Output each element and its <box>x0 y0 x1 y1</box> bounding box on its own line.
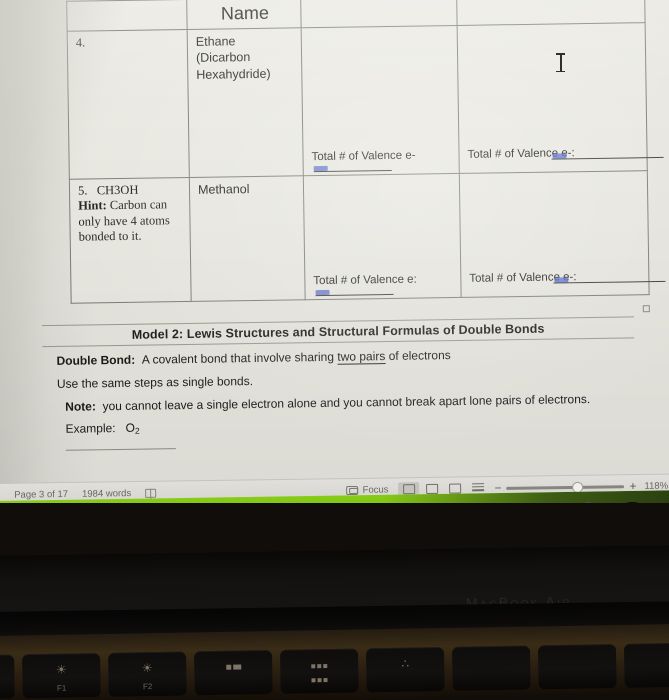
zoom-slider-track[interactable] <box>506 481 625 493</box>
row4-name-line2: (Dicarbon <box>195 50 251 66</box>
podcasts-icon: ◉ <box>568 502 609 503</box>
cell-row4-number[interactable]: 4. <box>67 29 190 180</box>
example-label: Example: <box>65 421 116 437</box>
row5-name: Methanol <box>197 182 250 197</box>
model2-section: Model 2: Lewis Structures and Structural… <box>42 316 636 451</box>
cell-row5-structural[interactable]: Total # of Valence e-: <box>459 170 666 298</box>
key-f2-brightness-up[interactable]: ☀ F2 <box>107 651 187 697</box>
cell-row4-structural[interactable]: Total # of Valence e-: <box>457 22 664 174</box>
cell-row4-name[interactable]: Ethane (Dicarbon Hexahydride) <box>187 27 304 178</box>
cell-row4-lewis[interactable]: Total # of Valence e- <box>301 25 460 176</box>
row4-name-line1: Ethane <box>195 34 236 49</box>
row5-formula-line: 5. CH3OH <box>78 182 183 199</box>
focus-icon <box>345 485 358 495</box>
key-f5-dictation[interactable]: ∴ <box>365 647 445 693</box>
key-f7-rewind[interactable] <box>537 644 617 690</box>
table-row[interactable]: 4. Ethane (Dicarbon Hexahydride) Total #… <box>67 22 664 180</box>
double-bond-text-after: of electrons <box>388 348 451 364</box>
web-layout-icon <box>425 483 439 494</box>
book-mode-icon[interactable] <box>145 488 157 498</box>
double-bond-underlined: two pairs <box>337 349 386 365</box>
key-f6-do-not-disturb[interactable] <box>451 645 531 691</box>
key-f3-mission-control[interactable] <box>193 650 273 696</box>
launchpad-grid-icon <box>280 658 358 687</box>
dictation-icon: ∴ <box>401 656 410 671</box>
key-esc[interactable] <box>0 654 15 700</box>
header-cell-lewis[interactable] <box>300 0 458 28</box>
brightness-up-icon: ☀ <box>141 661 153 676</box>
row4-lewis-blank[interactable] <box>313 169 392 173</box>
double-bond-label: Double Bond: <box>56 352 136 368</box>
laptop-screen-photo: Name 4. Ethane (Dicarbon Hexahydride) To… <box>0 0 669 503</box>
row5-hint: Hint: Carbon can only have 4 atoms bonde… <box>78 197 184 244</box>
double-bond-text-before: A covalent bond that involve sharing <box>141 349 335 367</box>
header-cell-name[interactable]: Name <box>186 0 302 30</box>
dock-item-podcasts[interactable]: ◉ <box>568 502 609 503</box>
key-f8-play[interactable] <box>623 642 669 688</box>
key-f4-launchpad[interactable] <box>279 648 359 694</box>
table-resize-handle[interactable] <box>642 305 650 313</box>
molecule-table[interactable]: Name 4. Ethane (Dicarbon Hexahydride) To… <box>66 0 666 304</box>
print-layout-icon <box>402 484 416 495</box>
row5-valence-label-lewis: Total # of Valence e: <box>313 273 417 288</box>
row4-valence-label-lewis: Total # of Valence e- <box>311 149 416 164</box>
cell-row5-lewis[interactable]: Total # of Valence e: <box>303 173 462 300</box>
brightness-down-icon: ☀ <box>55 662 67 677</box>
header-cell-number[interactable] <box>66 0 188 32</box>
row4-name-line3: Hexahydride) <box>196 66 271 82</box>
row5-lewis-blank[interactable] <box>315 293 394 297</box>
key-f2-label: F2 <box>142 682 153 692</box>
screenshot-root: Name 4. Ethane (Dicarbon Hexahydride) To… <box>0 0 669 700</box>
mission-control-icon <box>194 659 272 674</box>
apple-tv-icon: tv <box>612 502 653 503</box>
status-spacer <box>156 490 345 493</box>
outline-view-icon <box>471 483 485 493</box>
cell-row5-name[interactable]: Methanol <box>189 175 306 302</box>
word-count[interactable]: 1984 words <box>68 488 131 500</box>
read-mode-icon <box>448 483 462 494</box>
row5-hint-label: Hint: <box>78 198 107 213</box>
example-value: O2 <box>125 421 140 437</box>
dock-item-apple-tv[interactable]: tv <box>612 501 653 503</box>
row5-formula: CH3OH <box>96 182 139 198</box>
focus-label: Focus <box>362 483 389 496</box>
header-cell-structural[interactable] <box>456 0 646 26</box>
text-ibeam-cursor <box>556 53 565 72</box>
cell-row5-number[interactable]: 5. CH3OH Hint: Carbon can only have 4 at… <box>69 177 192 304</box>
table-row[interactable]: 5. CH3OH Hint: Carbon can only have 4 at… <box>69 170 666 304</box>
word-document-page[interactable]: Name 4. Ethane (Dicarbon Hexahydride) To… <box>0 0 669 503</box>
key-f1-label: F1 <box>56 683 67 693</box>
example-underline <box>65 447 176 451</box>
row5-number: 5. <box>77 183 88 198</box>
note-label: Note: <box>65 399 96 414</box>
page-indicator[interactable]: Page 3 of 17 <box>0 488 68 500</box>
key-f1-brightness-down[interactable]: ☀ F1 <box>21 653 101 699</box>
